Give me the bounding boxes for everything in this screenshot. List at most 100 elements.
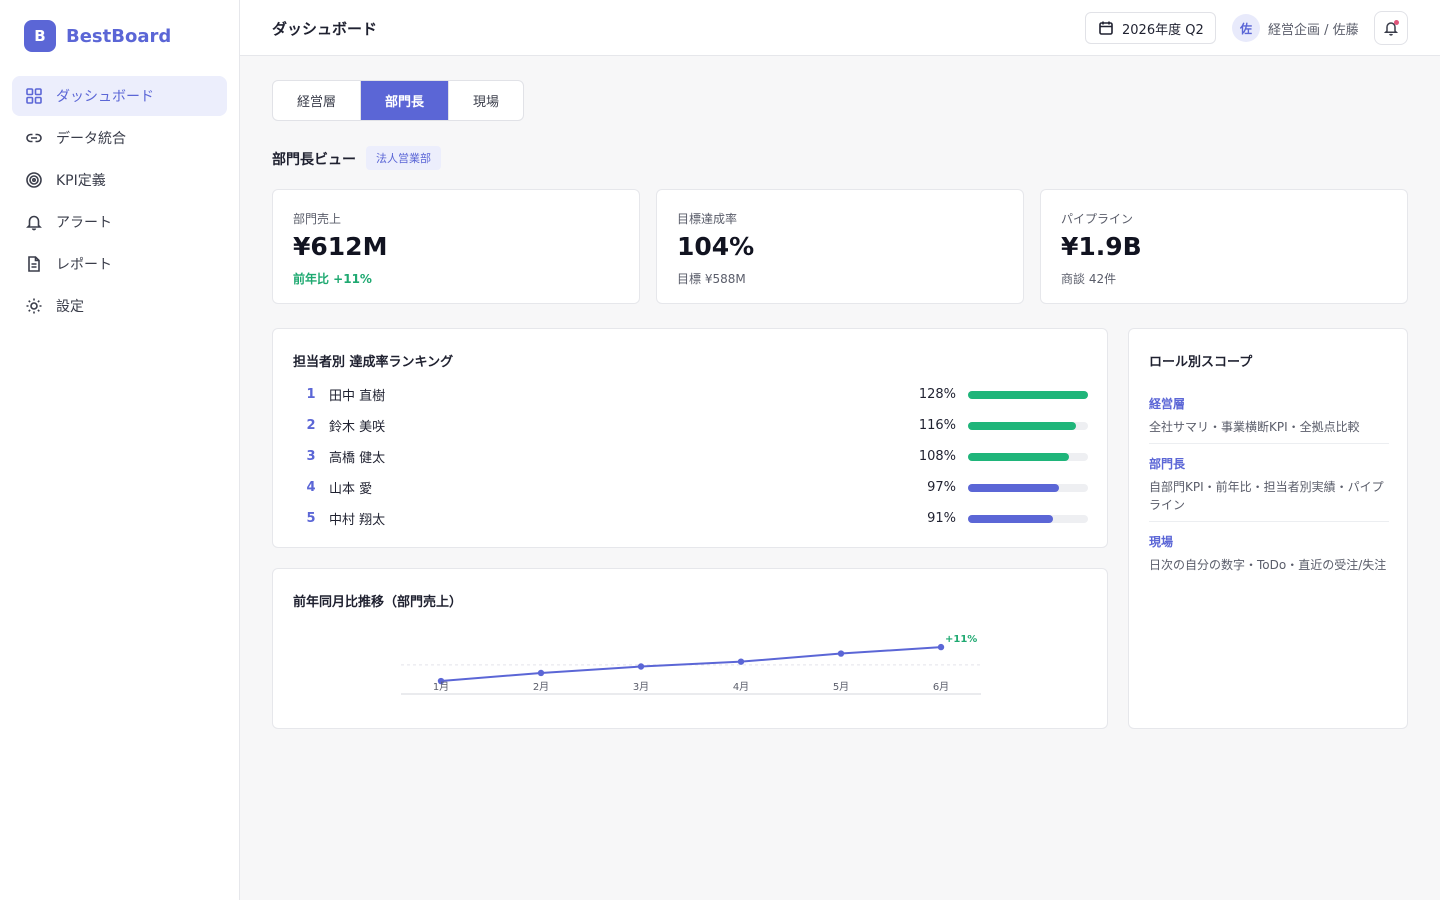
trend-chart-card: 前年同月比推移（部門売上） 1月 2月 3月 4月 5月 6月 +11%	[272, 568, 1108, 729]
x-tick-label: 6月	[933, 681, 949, 693]
kpi-card-achievement: 目標達成率 104% 目標 ¥588M	[656, 189, 1024, 304]
rank-name: 鈴木 美咲	[329, 420, 386, 435]
gear-icon	[24, 296, 44, 316]
kpi-label: 部門売上	[293, 212, 342, 226]
sidebar-item-label: データ統合	[56, 131, 126, 147]
scope-item-desc: 自部門KPI・前年比・担当者別実績・パイプライン	[1149, 480, 1384, 512]
kpi-value: 104%	[677, 232, 755, 261]
rank-name: 高橋 健太	[329, 451, 386, 466]
tab-executive[interactable]: 経営層	[273, 81, 361, 120]
sidebar-item-settings[interactable]: 設定	[12, 286, 227, 326]
sidebar-item-alerts[interactable]: アラート	[12, 202, 227, 242]
ranking-row: 1 田中 直樹 128%	[293, 379, 1088, 410]
sidebar-nav: ダッシュボード データ統合 KPI定義 アラート レポート 設定	[12, 76, 227, 328]
sidebar-item-label: 設定	[56, 299, 84, 315]
sidebar-item-label: KPI定義	[56, 173, 106, 189]
rank-number: 5	[306, 511, 316, 526]
rank-bar-track	[968, 390, 1088, 399]
notification-dot	[1394, 20, 1399, 25]
document-icon	[24, 254, 44, 274]
top-header: ダッシュボード 2026年度 Q2 佐 経営企画 / 佐藤	[240, 0, 1440, 56]
rank-name: 田中 直樹	[329, 389, 386, 404]
view-title: 部門長ビュー	[272, 152, 356, 168]
kpi-label: 目標達成率	[677, 212, 738, 226]
rank-bar-fill	[968, 390, 1088, 399]
rank-percent: 97%	[927, 480, 956, 495]
scope-item-field: 現場 日次の自分の数字・ToDo・直近の受注/失注	[1149, 533, 1389, 574]
sidebar-item-kpi[interactable]: KPI定義	[12, 160, 227, 200]
scope-item-title: 部門長	[1149, 457, 1186, 471]
calendar-icon	[1099, 21, 1113, 35]
ranking-title: 担当者別 達成率ランキング	[293, 355, 454, 370]
divider	[1149, 521, 1389, 522]
sidebar-item-label: ダッシュボード	[56, 89, 154, 105]
scope-item-department-head: 部門長 自部門KPI・前年比・担当者別実績・パイプライン	[1149, 455, 1389, 514]
sidebar-item-reports[interactable]: レポート	[12, 244, 227, 284]
avatar: 佐	[1232, 14, 1260, 42]
rank-bar-fill	[968, 514, 1054, 523]
kpi-sub: 目標 ¥588M	[677, 272, 746, 286]
ranking-row: 2 鈴木 美咲 116%	[293, 410, 1088, 441]
page-title: ダッシュボード	[272, 20, 378, 38]
rank-percent: 128%	[918, 387, 956, 402]
sidebar-item-dashboard[interactable]: ダッシュボード	[12, 76, 227, 116]
scope-title: ロール別スコープ	[1149, 355, 1253, 370]
rank-bar-track	[968, 514, 1088, 523]
target-icon	[24, 170, 44, 190]
department-badge: 法人営業部	[366, 146, 441, 170]
ranking-row: 5 中村 翔太 91%	[293, 503, 1088, 534]
scope-item-desc: 日次の自分の数字・ToDo・直近の受注/失注	[1149, 558, 1387, 572]
period-label: 2026年度 Q2	[1122, 22, 1204, 38]
rank-percent: 116%	[918, 418, 956, 433]
sidebar: B BestBoard ダッシュボード データ統合 KPI定義 アラート レポー…	[0, 0, 240, 900]
x-tick-label: 5月	[833, 681, 849, 693]
ranking-row: 4 山本 愛 97%	[293, 472, 1088, 503]
rank-bar-fill	[968, 483, 1060, 492]
brand[interactable]: B BestBoard	[24, 20, 171, 52]
trend-line-chart: 1月 2月 3月 4月 5月 6月 +11%	[401, 634, 981, 695]
bell-icon	[24, 212, 44, 232]
tab-department-head[interactable]: 部門長	[361, 81, 449, 120]
scope-item-executive: 経営層 全社サマリ・事業横断KPI・全拠点比較	[1149, 395, 1389, 436]
grid-icon	[24, 86, 44, 106]
tab-field[interactable]: 現場	[449, 81, 523, 120]
link-icon	[24, 128, 44, 148]
kpi-value: ¥1.9B	[1061, 232, 1142, 261]
rank-percent: 108%	[918, 449, 956, 464]
ranking-row: 3 高橋 健太 108%	[293, 441, 1088, 472]
period-selector-button[interactable]: 2026年度 Q2	[1085, 12, 1216, 44]
rank-name: 山本 愛	[329, 482, 373, 497]
user-menu[interactable]: 佐 経営企画 / 佐藤	[1232, 14, 1359, 42]
rank-number: 4	[306, 480, 316, 495]
data-point	[637, 663, 645, 670]
kpi-sub: 商談 42件	[1061, 272, 1117, 286]
scope-card: ロール別スコープ 経営層 全社サマリ・事業横断KPI・全拠点比較 部門長 自部門…	[1128, 328, 1408, 729]
sidebar-item-label: アラート	[56, 215, 112, 231]
sidebar-item-data-integration[interactable]: データ統合	[12, 118, 227, 158]
x-tick-label: 1月	[433, 681, 449, 693]
brand-logo: B	[24, 20, 56, 52]
x-tick-label: 4月	[733, 681, 749, 693]
data-point	[737, 658, 745, 665]
rank-number: 2	[306, 418, 316, 433]
rank-number: 3	[306, 449, 316, 464]
kpi-label: パイプライン	[1061, 212, 1134, 226]
data-point	[537, 669, 545, 677]
sidebar-item-label: レポート	[56, 257, 112, 273]
scope-item-desc: 全社サマリ・事業横断KPI・全拠点比較	[1149, 420, 1360, 434]
chart-annotation: +11%	[945, 634, 977, 645]
scope-item-title: 経営層	[1149, 397, 1186, 411]
notifications-button[interactable]	[1374, 11, 1408, 45]
series-line	[440, 646, 942, 683]
rank-name: 中村 翔太	[329, 513, 386, 528]
data-point	[937, 643, 945, 651]
rank-bar-track	[968, 483, 1088, 492]
kpi-card-pipeline: パイプライン ¥1.9B 商談 42件	[1040, 189, 1408, 304]
divider	[1149, 443, 1389, 444]
x-tick-label: 3月	[633, 681, 649, 693]
kpi-card-sales: 部門売上 ¥612M 前年比 +11%	[272, 189, 640, 304]
role-tabs: 経営層 部門長 現場	[272, 80, 524, 121]
scope-item-title: 現場	[1149, 535, 1174, 549]
rank-bar-track	[968, 421, 1088, 430]
user-label: 経営企画 / 佐藤	[1268, 22, 1359, 38]
